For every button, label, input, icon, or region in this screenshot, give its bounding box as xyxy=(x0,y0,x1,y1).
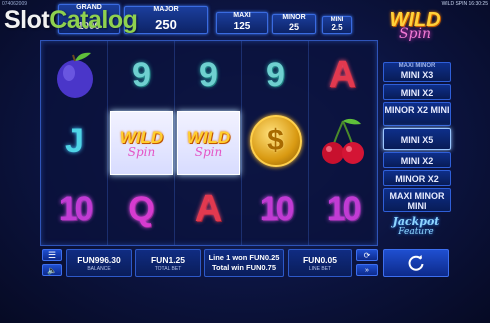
symbol-a-text: A xyxy=(328,53,357,96)
reel-4: 9 $ 10 xyxy=(242,41,309,245)
symbol-j: J xyxy=(43,109,106,173)
wild-spin-label: Spin xyxy=(194,144,223,159)
reel-3: 9 WILD Spin A xyxy=(175,41,242,245)
symbol-nine-text: 9 xyxy=(266,55,285,94)
symbol-ten-text: 10 xyxy=(58,189,94,228)
symbol-wild: WILD Spin xyxy=(177,111,240,175)
dollar-sign: $ xyxy=(267,124,284,157)
total-win-message: Total win FUN0.75 xyxy=(211,263,277,272)
autoplay-button[interactable]: ⟳ xyxy=(356,249,378,261)
reel-5: A 10 xyxy=(309,41,376,245)
balance-box: FUN996.30 BALANCE xyxy=(66,249,132,277)
dollar-coin-icon: $ xyxy=(249,115,302,167)
reel-2: 9 WILD Spin Q xyxy=(108,41,175,245)
win-line-message: Line 1 won FUN0.25 xyxy=(208,253,280,262)
line-bet-value: FUN0.05 xyxy=(302,255,337,265)
plum-icon xyxy=(56,52,93,98)
symbol-q: Q xyxy=(110,177,173,241)
total-bet-value: FUN1.25 xyxy=(150,255,185,265)
game-logo: WILD Spin xyxy=(384,10,446,56)
wild-label: WILD xyxy=(119,127,164,147)
speaker-icon: 🔈 xyxy=(47,265,57,275)
jackpot-minor: MINOR 25 xyxy=(272,14,316,34)
symbol-nine-text: 9 xyxy=(132,55,151,94)
jackpot-maxi-value: 125 xyxy=(233,21,251,32)
menu-icon: ☰ xyxy=(47,249,57,260)
sound-button[interactable]: 🔈 xyxy=(42,264,62,276)
meter-6-big: MINOR X2 xyxy=(395,174,439,184)
symbol-nine: 9 xyxy=(110,43,173,107)
autoplay-icon: ⟳ xyxy=(363,250,371,260)
symbol-ten-text: 10 xyxy=(259,189,295,228)
wild-label: WILD xyxy=(186,127,231,147)
jackpot-feature-line2: Feature xyxy=(398,227,434,237)
meter-2-big: MINI X2 xyxy=(400,88,434,98)
meter-3: MINOR X2 MINI xyxy=(383,102,451,126)
meter-5: MINI X2 xyxy=(383,152,451,168)
balance-label: BALANCE xyxy=(87,266,111,272)
meter-1: MAXI MINOR MINI X3 xyxy=(383,62,451,82)
cherries-icon xyxy=(321,118,364,164)
reel-1: J 10 xyxy=(41,41,108,245)
symbol-dollar-coin: $ xyxy=(244,109,307,173)
symbol-q-text: Q xyxy=(128,189,155,228)
jackpot-maxi: MAXI 125 xyxy=(216,12,268,34)
meter-2: MINI X2 xyxy=(383,84,451,100)
symbol-plum xyxy=(43,43,106,107)
win-message-box: Line 1 won FUN0.25 Total win FUN0.75 xyxy=(204,249,284,277)
total-bet-label: TOTAL BET xyxy=(154,266,182,272)
symbol-nine: 9 xyxy=(244,43,307,107)
symbol-a: A xyxy=(311,43,374,107)
spin-button[interactable] xyxy=(383,249,449,277)
symbol-j-text: J xyxy=(65,121,84,160)
line-bet-label: LINE BET xyxy=(308,266,332,272)
symbol-ten: 10 xyxy=(244,177,307,241)
symbol-nine: 9 xyxy=(177,43,240,107)
slotcatalog-watermark: SlotCatalog xyxy=(4,6,138,35)
meter-6: MINOR X2 xyxy=(383,170,451,186)
jackpot-minor-value: 25 xyxy=(288,22,299,32)
meter-7-big: MAXI MINOR MINI xyxy=(389,191,445,211)
symbol-a-text: A xyxy=(194,187,223,230)
fast-forward-icon: » xyxy=(365,266,369,274)
meter-5-big: MINI X2 xyxy=(400,156,434,166)
turbo-button[interactable]: » xyxy=(356,264,378,276)
reels-grid: J 10 9 WILD Spin Q 9 WILD Spin A 9 $ 10 … xyxy=(40,40,378,246)
spin-icon xyxy=(408,255,424,271)
balance-value: FUN996.30 xyxy=(77,255,121,265)
line-bet-box[interactable]: FUN0.05 LINE BET xyxy=(288,249,352,277)
symbol-nine-text: 9 xyxy=(199,55,218,94)
watermark-main: Slot xyxy=(4,6,50,34)
meter-4: MINI X5 xyxy=(383,128,451,150)
symbol-a: A xyxy=(177,177,240,241)
session-title: WILD SPIN 16:30:25 xyxy=(441,1,488,7)
total-bet-box[interactable]: FUN1.25 TOTAL BET xyxy=(135,249,201,277)
meter-1-big: MINI X3 xyxy=(400,70,434,80)
meter-3-big: MINOR X2 MINI xyxy=(384,105,450,115)
meter-7: MAXI MINOR MINI xyxy=(383,188,451,212)
jackpot-mini-value: 2.5 xyxy=(331,23,343,32)
wild-spin-label: Spin xyxy=(127,144,156,159)
menu-button[interactable]: ☰ xyxy=(42,249,62,261)
jackpot-feature-label: Jackpot Feature xyxy=(384,216,448,238)
watermark-accent: Catalog xyxy=(49,6,138,34)
jackpot-mini: MINI 2.5 xyxy=(322,16,352,34)
meter-4-big: MINI X5 xyxy=(400,135,434,145)
symbol-ten: 10 xyxy=(43,177,106,241)
jackpot-minor-label: MINOR xyxy=(282,14,306,21)
symbol-ten-text: 10 xyxy=(326,189,362,228)
symbol-cherries xyxy=(311,109,374,173)
jackpot-feature-line1: Jackpot xyxy=(392,215,440,228)
jackpot-maxi-label: MAXI xyxy=(233,12,251,19)
meter-1-small: MAXI MINOR xyxy=(398,63,436,69)
symbol-ten: 10 xyxy=(311,177,374,241)
symbol-wild: WILD Spin xyxy=(110,111,173,175)
